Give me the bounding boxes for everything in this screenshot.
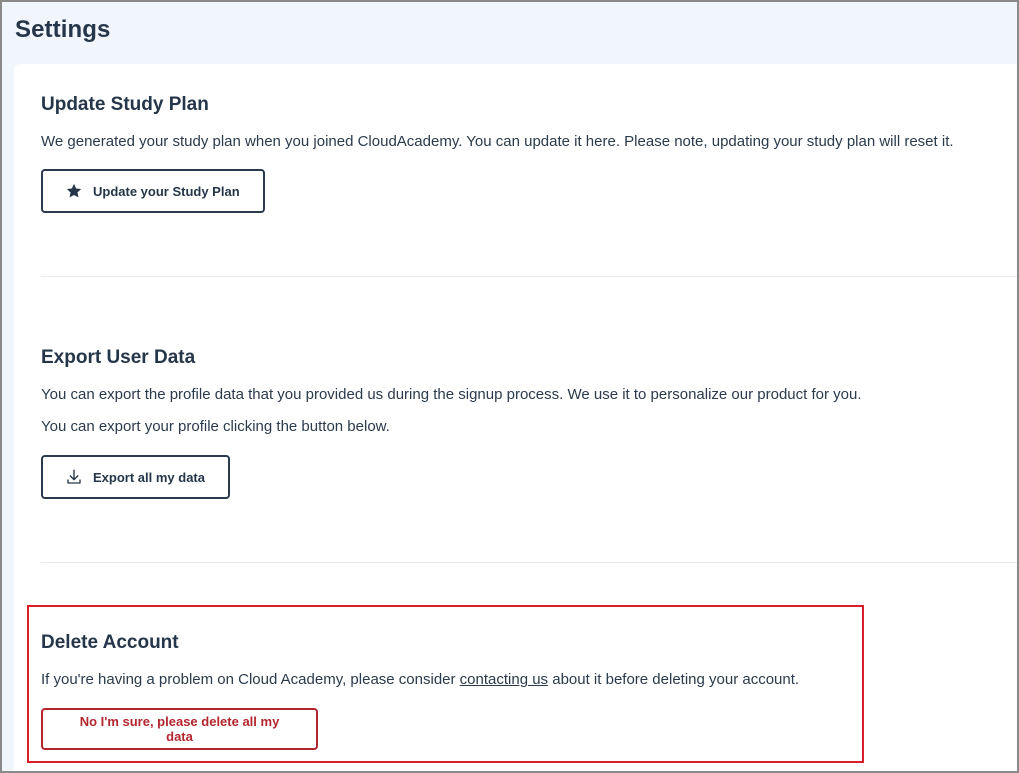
export-data-description: You can export the profile data that you… [41, 386, 862, 403]
update-study-plan-label: Update your Study Plan [93, 183, 240, 199]
export-data-hint: You can export your profile clicking the… [41, 418, 390, 435]
export-data-button[interactable]: Export all my data [41, 455, 230, 499]
delete-account-title: Delete Account [41, 632, 179, 653]
download-icon [65, 468, 83, 486]
export-data-label: Export all my data [93, 469, 205, 485]
export-data-title: Export User Data [41, 347, 196, 368]
delete-account-description: If you're having a problem on Cloud Acad… [41, 671, 799, 688]
delete-account-text-after: about it before deleting your account. [548, 671, 800, 688]
study-plan-description: We generated your study plan when you jo… [41, 133, 954, 150]
delete-account-text-before: If you're having a problem on Cloud Acad… [41, 671, 460, 688]
contacting-us-link[interactable]: contacting us [460, 671, 548, 688]
study-plan-title: Update Study Plan [41, 94, 209, 115]
settings-window: Settings Update Study Plan We generated … [0, 0, 1019, 773]
star-icon [65, 182, 83, 200]
divider [41, 276, 1017, 277]
divider [41, 562, 1017, 563]
page-title: Settings [15, 16, 111, 43]
update-study-plan-button[interactable]: Update your Study Plan [41, 169, 265, 213]
delete-all-data-button[interactable]: No I'm sure, please delete all my data [41, 708, 318, 750]
